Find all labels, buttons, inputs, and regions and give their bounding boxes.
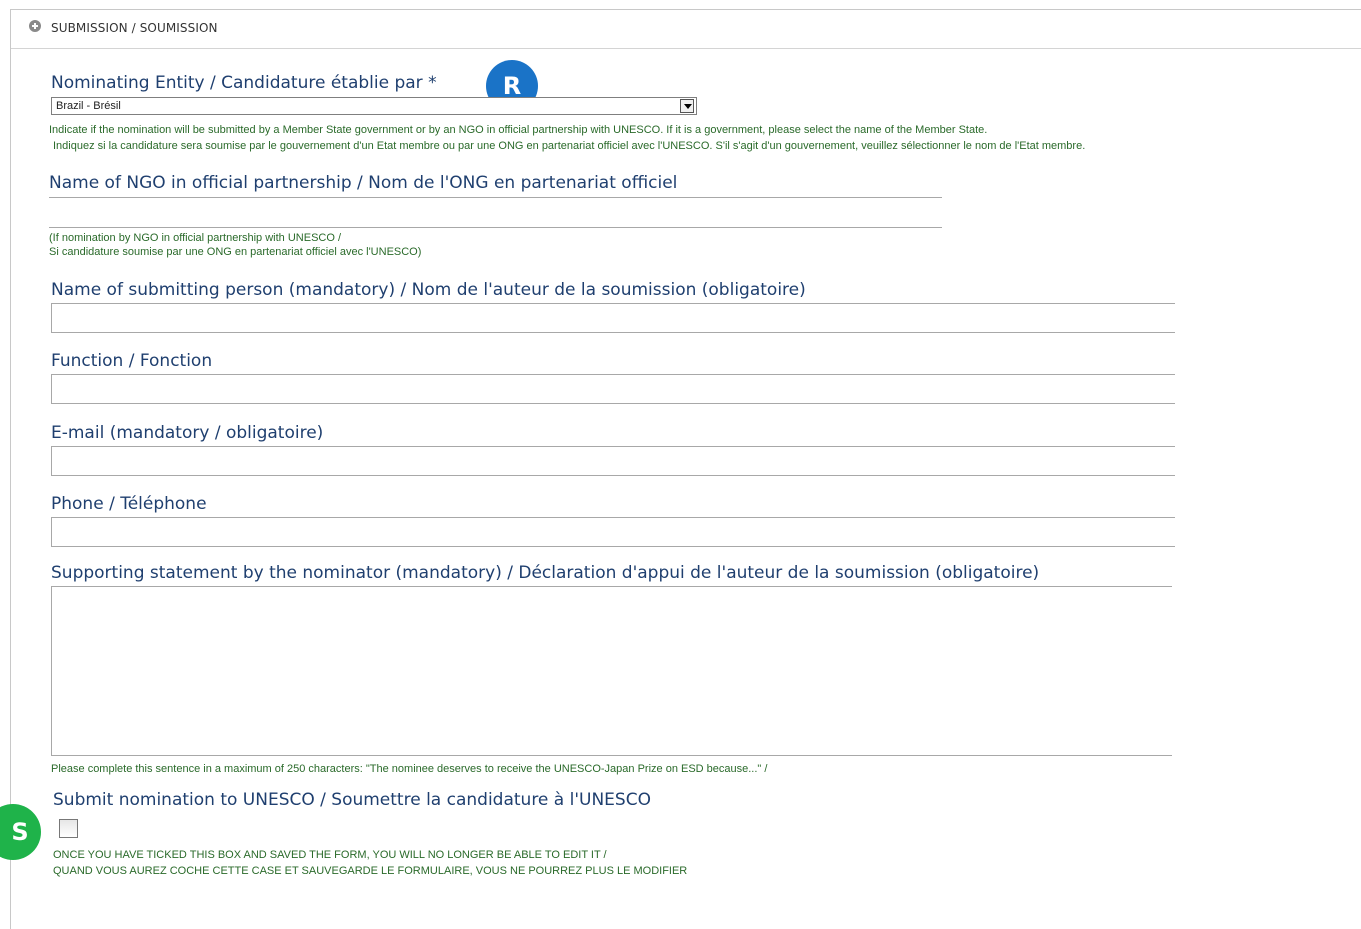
nominating-entity-label: Nominating Entity / Candidature établie …	[51, 73, 437, 93]
function-field[interactable]	[51, 374, 1175, 404]
statement-textarea[interactable]	[51, 586, 1172, 756]
submitter-name-label: Name of submitting person (mandatory) / …	[51, 280, 806, 300]
phone-label: Phone / Téléphone	[51, 494, 207, 514]
submitter-name-field[interactable]	[51, 303, 1175, 333]
ngo-name-field[interactable]	[49, 197, 942, 228]
statement-label: Supporting statement by the nominator (m…	[51, 563, 1040, 583]
submit-checkbox[interactable]	[59, 819, 78, 838]
panel-header[interactable]: SUBMISSION / SOUMISSION	[11, 10, 1361, 49]
left-border	[10, 220, 11, 840]
submit-warning-fr: QUAND VOUS AUREZ COCHE CETTE CASE ET SAU…	[53, 865, 688, 877]
required-marker: *	[428, 73, 437, 93]
panel-title: SUBMISSION / SOUMISSION	[51, 21, 218, 35]
function-label: Function / Fonction	[51, 351, 213, 371]
ngo-name-label: Name of NGO in official partnership / No…	[49, 173, 678, 193]
plus-circle-icon[interactable]	[29, 20, 41, 32]
nominating-entity-help-en: Indicate if the nomination will be submi…	[49, 124, 988, 136]
badge-r-letter: R	[502, 72, 522, 100]
nominating-entity-label-text: Nominating Entity / Candidature établie …	[51, 73, 423, 93]
badge-s-letter: S	[11, 818, 29, 846]
email-label: E-mail (mandatory / obligatoire)	[51, 423, 324, 443]
nominating-entity-select[interactable]: Brazil - Brésil	[51, 97, 697, 115]
ngo-help-fr: Si candidature soumise par une ONG en pa…	[49, 246, 422, 258]
submit-label: Submit nomination to UNESCO / Soumettre …	[53, 790, 651, 810]
statement-help: Please complete this sentence in a maxim…	[51, 763, 768, 775]
nominating-entity-selected-value: Brazil - Brésil	[56, 100, 121, 112]
ngo-help-en: (If nomination by NGO in official partne…	[49, 232, 342, 244]
email-field[interactable]	[51, 446, 1175, 476]
phone-field[interactable]	[51, 517, 1175, 547]
submit-warning-en: ONCE YOU HAVE TICKED THIS BOX AND SAVED …	[53, 849, 607, 861]
nominating-entity-help-fr: Indiquez si la candidature sera soumise …	[53, 140, 1086, 152]
dropdown-arrow-icon[interactable]	[680, 99, 694, 113]
